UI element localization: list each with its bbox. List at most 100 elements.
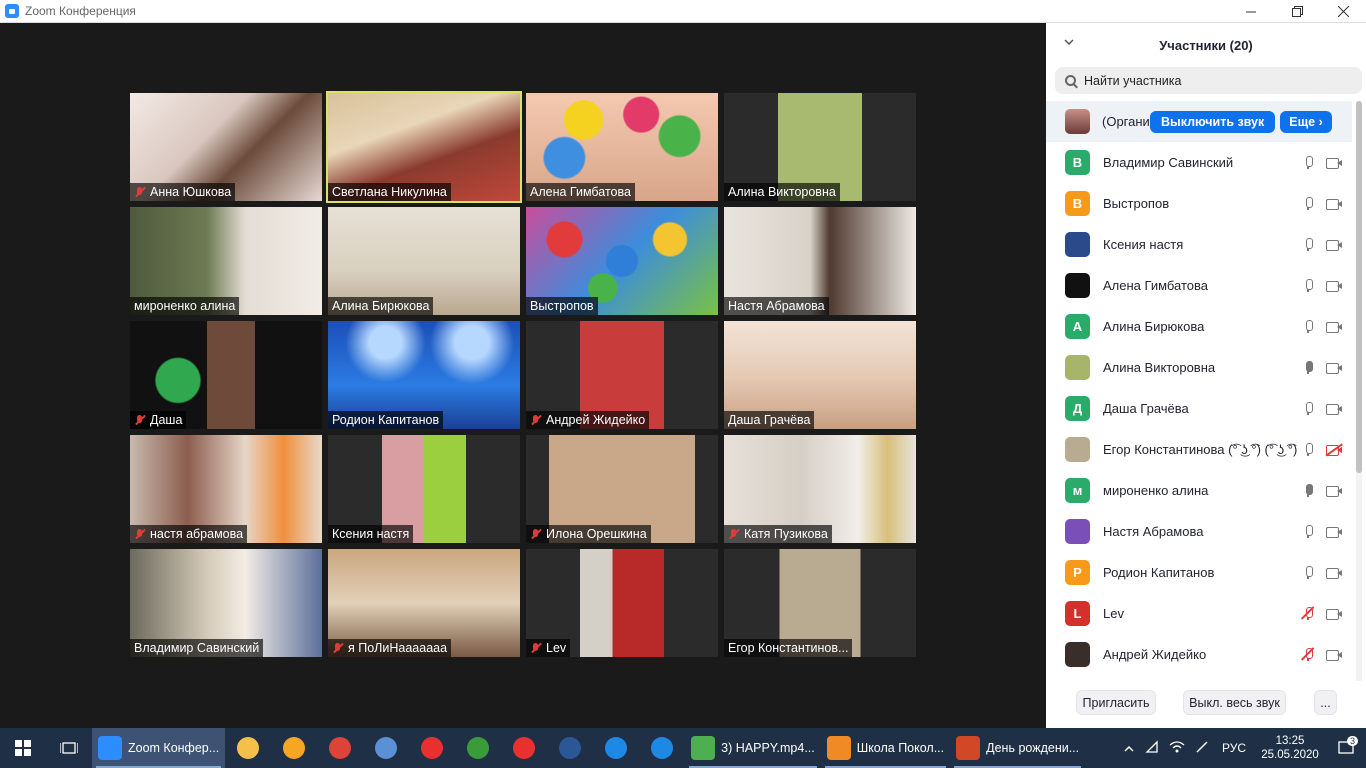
camera-icon[interactable] xyxy=(1326,567,1343,579)
camera-icon[interactable] xyxy=(1326,157,1343,169)
app-icon[interactable] xyxy=(455,728,501,768)
edge-icon[interactable] xyxy=(639,728,685,768)
task-view-button[interactable] xyxy=(46,728,92,768)
microphone-icon[interactable] xyxy=(1304,525,1313,538)
chrome-icon[interactable] xyxy=(317,728,363,768)
microphone-icon[interactable] xyxy=(1304,443,1313,456)
participant-row[interactable]: L Lev xyxy=(1046,593,1352,634)
video-tile[interactable]: Алена Гимбатова xyxy=(526,93,718,201)
video-tile[interactable]: Анна Юшкова xyxy=(130,93,322,201)
participant-row[interactable]: А Алина Бирюкова xyxy=(1046,306,1352,347)
participant-row[interactable]: В Выстропов xyxy=(1046,183,1352,224)
participant-name: Ксения настя xyxy=(332,527,410,541)
folder-icon[interactable] xyxy=(225,728,271,768)
video-tile[interactable]: Светлана Никулина xyxy=(326,91,522,203)
search-input[interactable] xyxy=(1084,73,1334,88)
microphone-icon[interactable] xyxy=(1304,197,1313,210)
app-icon[interactable] xyxy=(363,728,409,768)
microphone-icon[interactable] xyxy=(1304,320,1313,333)
clock[interactable]: 13:25 25.05.2020 xyxy=(1254,734,1326,762)
video-tile[interactable]: Выстропов xyxy=(526,207,718,315)
taskbar-app-chrome[interactable]: 3) HAPPY.mp4... xyxy=(685,728,821,768)
camera-icon[interactable] xyxy=(1326,280,1343,292)
microphone-icon[interactable] xyxy=(1304,238,1313,251)
app-icon[interactable] xyxy=(271,728,317,768)
video-tile[interactable]: мироненко алина xyxy=(130,207,322,315)
taskbar-app-vlc[interactable]: Школа Покол... xyxy=(821,728,950,768)
pen-icon[interactable] xyxy=(1190,740,1214,757)
participant-search[interactable] xyxy=(1055,67,1362,94)
video-tile[interactable]: Даша xyxy=(130,321,322,429)
participant-scrollbar[interactable] xyxy=(1356,101,1362,681)
more-options-button[interactable]: ... xyxy=(1314,690,1337,715)
microphone-icon[interactable] xyxy=(1304,566,1313,579)
microphone-icon[interactable] xyxy=(1304,279,1313,292)
participant-row[interactable]: Настя Абрамова xyxy=(1046,511,1352,552)
participant-row[interactable]: Р Родион Капитанов xyxy=(1046,552,1352,593)
video-tile[interactable]: настя абрамова xyxy=(130,435,322,543)
video-tile[interactable]: Катя Пузикова xyxy=(724,435,916,543)
mail-icon[interactable] xyxy=(593,728,639,768)
video-tile[interactable]: Алина Бирюкова xyxy=(328,207,520,315)
yandex-icon[interactable] xyxy=(501,728,547,768)
word-icon[interactable] xyxy=(547,728,593,768)
participant-name: Алина Бирюкова xyxy=(332,299,430,313)
participant-name: Ксения настя xyxy=(1103,237,1184,252)
video-tile[interactable]: Lev xyxy=(526,549,718,657)
yandex-browser-icon[interactable] xyxy=(409,728,455,768)
close-button[interactable] xyxy=(1320,0,1366,23)
show-hidden-icons-chevron-icon[interactable] xyxy=(1118,741,1140,755)
video-tile[interactable]: я ПоЛиНааааааа xyxy=(328,549,520,657)
microphone-icon[interactable] xyxy=(1304,484,1313,497)
participant-name: Настя Абрамова xyxy=(728,299,825,313)
microphone-icon[interactable] xyxy=(1304,361,1313,374)
participant-row[interactable]: Егор Константинова (͡° ͜ʖ ͡°) (͡° ͜ʖ ͡°) xyxy=(1046,429,1352,470)
camera-icon[interactable] xyxy=(1326,403,1343,415)
language-indicator[interactable]: РУС xyxy=(1214,741,1254,755)
mute-all-button[interactable]: Выкл. весь звук xyxy=(1183,690,1286,715)
participant-row[interactable]: Андрей Жидейко xyxy=(1046,634,1352,675)
video-tile[interactable]: Владимир Савинский xyxy=(130,549,322,657)
participant-name-label: я ПоЛиНааааааа xyxy=(328,639,452,657)
mute-host-button[interactable]: Выключить звук xyxy=(1150,110,1276,133)
scroll-thumb[interactable] xyxy=(1356,101,1362,473)
action-center-button[interactable]: 3 xyxy=(1326,736,1366,756)
participant-row[interactable]: м мироненко алина xyxy=(1046,470,1352,511)
taskbar-app-zoom[interactable]: Zoom Конфер... xyxy=(92,728,226,768)
microphone-icon[interactable] xyxy=(1304,402,1313,415)
taskbar-app-powerpoint[interactable]: День рождени... xyxy=(950,728,1085,768)
video-tile[interactable]: Родион Капитанов xyxy=(328,321,520,429)
video-tile[interactable]: Егор Константинов... xyxy=(724,549,916,657)
host-row[interactable]: (Организатор) Выключить звук Еще › xyxy=(1046,101,1352,142)
camera-icon[interactable] xyxy=(1326,608,1343,620)
collapse-chevron-icon[interactable] xyxy=(1064,37,1074,49)
video-tile[interactable]: Андрей Жидейко xyxy=(526,321,718,429)
microphone-icon[interactable] xyxy=(1304,156,1313,169)
network-icon[interactable] xyxy=(1140,739,1164,757)
participant-row[interactable]: Алена Гимбатова xyxy=(1046,265,1352,306)
camera-icon[interactable] xyxy=(1326,485,1343,497)
camera-icon[interactable] xyxy=(1326,649,1343,661)
participant-row[interactable]: В Владимир Савинский xyxy=(1046,142,1352,183)
more-button[interactable]: Еще › xyxy=(1280,110,1332,133)
participant-name: Алена Гимбатова xyxy=(530,185,631,199)
participant-row[interactable]: Алина Викторовна xyxy=(1046,347,1352,388)
participant-row[interactable]: Д Даша Грачёва xyxy=(1046,388,1352,429)
participant-row[interactable]: Ксения настя xyxy=(1046,224,1352,265)
wifi-icon[interactable] xyxy=(1164,740,1190,756)
video-tile[interactable]: Илона Орешкина xyxy=(526,435,718,543)
camera-icon[interactable] xyxy=(1326,526,1343,538)
video-tile[interactable]: Даша Грачёва xyxy=(724,321,916,429)
camera-icon[interactable] xyxy=(1326,198,1343,210)
video-tile[interactable]: Алина Викторовна xyxy=(724,93,916,201)
start-button[interactable] xyxy=(0,728,46,768)
video-tile[interactable]: Настя Абрамова xyxy=(724,207,916,315)
minimize-button[interactable] xyxy=(1228,0,1274,23)
maximize-button[interactable] xyxy=(1274,0,1320,23)
video-tile[interactable]: Ксения настя xyxy=(328,435,520,543)
invite-button[interactable]: Пригласить xyxy=(1076,690,1156,715)
camera-icon[interactable] xyxy=(1326,362,1343,374)
camera-icon[interactable] xyxy=(1326,321,1343,333)
camera-icon[interactable] xyxy=(1326,239,1343,251)
taskbar-app-label: 3) HAPPY.mp4... xyxy=(721,741,815,755)
